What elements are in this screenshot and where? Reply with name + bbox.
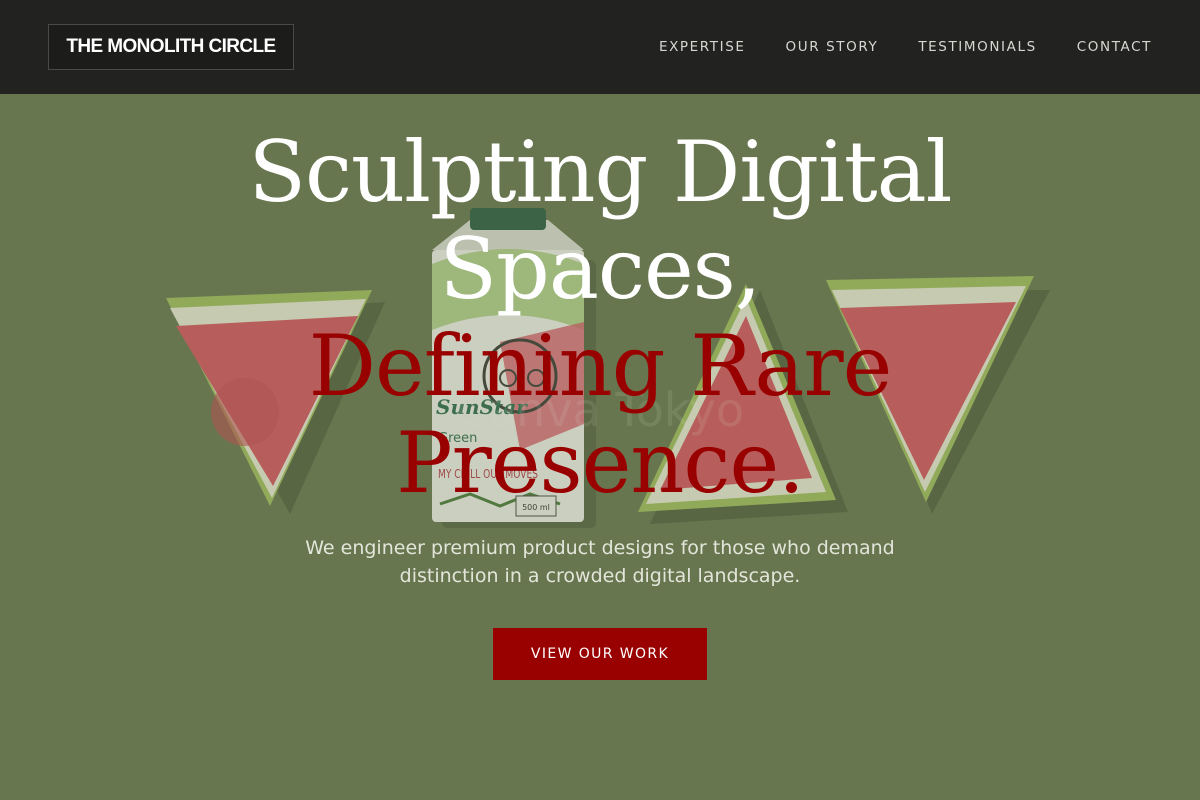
headline-line-3: Defining Rare	[308, 317, 893, 415]
site-logo[interactable]: THE MONOLITH CIRCLE	[48, 24, 294, 70]
nav-link-our-story[interactable]: OUR STORY	[786, 37, 879, 57]
nav-link-expertise[interactable]: EXPERTISE	[659, 37, 746, 57]
hero-subtext: We engineer premium product designs for …	[305, 537, 895, 587]
view-our-work-button[interactable]: VIEW OUR WORK	[493, 628, 707, 680]
site-header: THE MONOLITH CIRCLE EXPERTISE OUR STORY …	[0, 0, 1200, 94]
nav-link-testimonials[interactable]: TESTIMONIALS	[918, 37, 1036, 57]
main-nav: EXPERTISE OUR STORY TESTIMONIALS CONTACT	[619, 37, 1152, 57]
nav-link-contact[interactable]: CONTACT	[1077, 37, 1152, 57]
headline-line-1: Sculpting Digital	[248, 123, 952, 221]
headline-line-4: Presence.	[396, 414, 805, 512]
headline-line-2: Spaces,	[439, 220, 762, 318]
hero-headline: Sculpting Digital Spaces, Defining Rare …	[0, 124, 1200, 512]
hero-section: Sculpting Digital Spaces, Defining Rare …	[0, 94, 1200, 800]
